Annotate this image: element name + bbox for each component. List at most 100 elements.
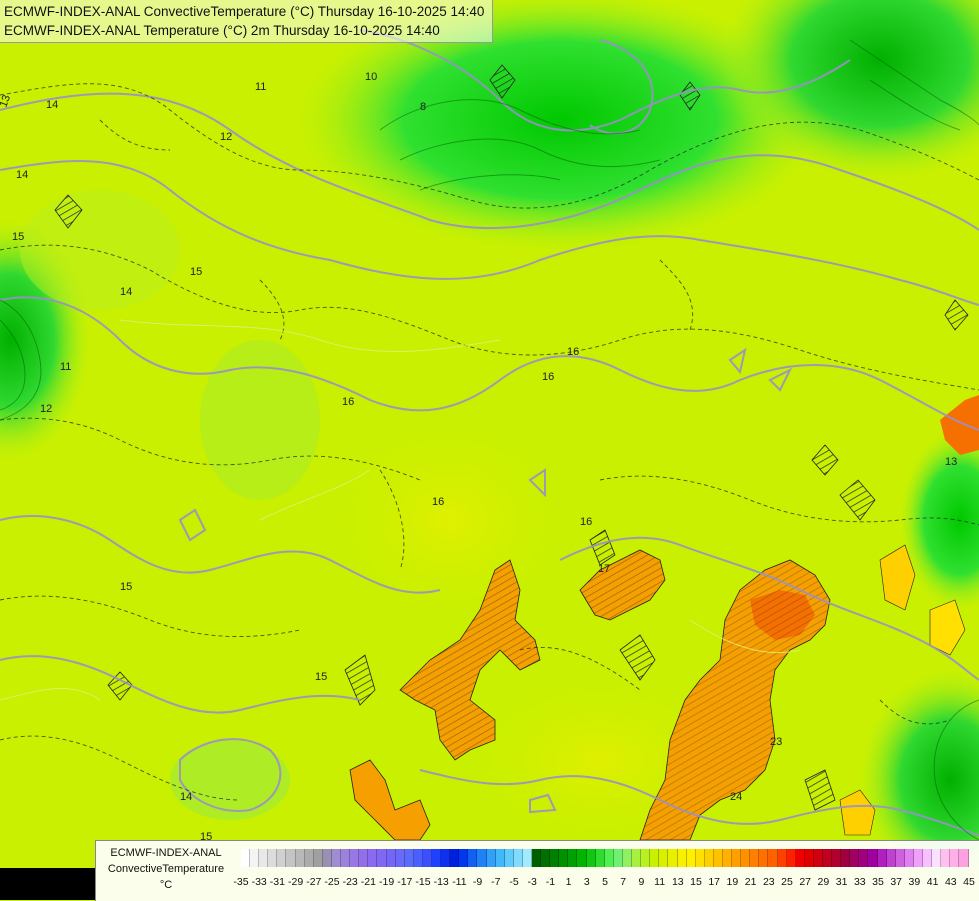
legend-swatch (823, 849, 833, 867)
legend-tick-label: 3 (583, 876, 590, 888)
legend-swatch (950, 849, 960, 867)
light-zone-b (200, 340, 320, 500)
contour-label: 16 (542, 371, 554, 383)
legend-swatch (686, 849, 696, 867)
legend-swatch (522, 849, 532, 867)
legend-swatch (286, 849, 296, 867)
contour-label: 15 (315, 671, 327, 683)
contour-label: 11 (255, 81, 266, 93)
legend-tick-label: -31 (269, 876, 285, 888)
legend-tick-label: 9 (638, 876, 645, 888)
legend-swatch (768, 849, 778, 867)
legend-tick-label: -13 (433, 876, 449, 888)
legend-swatch (550, 849, 560, 867)
contour-label: 11 (60, 361, 71, 373)
legend-swatch (777, 849, 787, 867)
legend-swatch (395, 849, 405, 867)
legend-swatch (850, 849, 860, 867)
legend-tick-label: -17 (397, 876, 413, 888)
legend-swatch (341, 849, 351, 867)
legend-swatch (541, 849, 551, 867)
legend-tick-label: 21 (744, 876, 757, 888)
map-corner-mask (0, 868, 95, 900)
legend-swatch (268, 849, 278, 867)
legend-swatch (677, 849, 687, 867)
legend-tick-label: 19 (726, 876, 739, 888)
legend-tick-label: -19 (379, 876, 395, 888)
legend-swatch (277, 849, 287, 867)
legend-tick-label: -27 (306, 876, 322, 888)
legend-swatch (913, 849, 924, 867)
contour-label: 15 (120, 581, 132, 593)
legend-tick-label: 33 (853, 876, 866, 888)
header-line-temperature: ECMWF-INDEX-ANAL Temperature (°C) 2m Thu… (4, 23, 440, 38)
legend-tick-label: -9 (472, 876, 483, 888)
legend-tick-label: 15 (690, 876, 702, 888)
legend-swatch (668, 849, 678, 867)
map-header: ECMWF-INDEX-ANAL ConvectiveTemperature (… (0, 0, 494, 43)
legend-swatch (732, 849, 742, 867)
legend-swatch (350, 849, 360, 867)
light-zone-c (20, 190, 180, 310)
legend-swatch (904, 849, 914, 867)
legend-swatch (759, 849, 769, 867)
legend-swatch (859, 849, 869, 867)
legend-swatch (413, 849, 423, 867)
contour-label: 14 (120, 286, 132, 298)
contour-label: 16 (342, 396, 354, 408)
legend-swatch (604, 849, 614, 867)
contour-label: 15 (12, 231, 24, 243)
legend-swatch (431, 849, 442, 867)
legend-swatch (713, 849, 723, 867)
header-line-convective: ECMWF-INDEX-ANAL ConvectiveTemperature (… (4, 4, 485, 19)
legend-swatch (495, 849, 505, 867)
warm-zone-center (310, 400, 590, 640)
legend-swatch (932, 849, 942, 867)
legend-tick-label: -29 (288, 876, 304, 888)
legend-tick-label: 43 (944, 876, 957, 888)
legend-swatch (841, 849, 851, 867)
legend-swatch (586, 849, 596, 867)
legend-tick-label: -25 (324, 876, 340, 888)
contour-label: 15 (190, 266, 202, 278)
legend-tick-label: 27 (799, 876, 812, 888)
legend-swatch (795, 849, 805, 867)
legend-swatch (641, 849, 651, 867)
legend-swatch (386, 849, 396, 867)
legend-swatch (695, 849, 705, 867)
legend-swatch (559, 849, 569, 867)
legend-swatch (359, 849, 369, 867)
contour-label: 24 (730, 791, 742, 803)
legend-swatch (404, 849, 414, 867)
legend-tick-label: 11 (654, 876, 666, 888)
legend-swatch (459, 849, 469, 867)
legend-swatch (650, 849, 660, 867)
legend-swatch (250, 849, 260, 867)
legend-swatch (377, 849, 387, 867)
legend-tick-label: 41 (926, 876, 939, 888)
contour-label: 8 (420, 101, 426, 113)
legend-swatch (468, 849, 478, 867)
legend-tick-label: 23 (762, 876, 775, 888)
legend-swatch (313, 849, 323, 867)
legend-swatch (422, 849, 432, 867)
legend-tick-label: -23 (342, 876, 358, 888)
contour-label: 16 (580, 516, 592, 528)
legend-swatch (322, 849, 332, 867)
legend-title: ECMWF-INDEX-ANAL ConvectiveTemperature °… (107, 847, 225, 891)
legend-swatch (813, 849, 823, 867)
legend-swatch (304, 849, 314, 867)
legend-tick-label: 1 (565, 876, 572, 888)
legend-swatch (450, 849, 460, 867)
contour-label: 14 (180, 791, 192, 803)
legend-swatch (513, 849, 523, 867)
legend-tick-label: -7 (491, 876, 501, 888)
legend-swatch (704, 849, 714, 867)
contour-label: 13 (945, 456, 957, 468)
legend-tick-label: 35 (872, 876, 884, 888)
legend-swatch (577, 849, 587, 867)
contour-label: 23 (770, 736, 782, 748)
legend-tick-label: -11 (452, 876, 467, 888)
contour-label: 16 (567, 346, 579, 358)
legend-swatch (941, 849, 951, 867)
